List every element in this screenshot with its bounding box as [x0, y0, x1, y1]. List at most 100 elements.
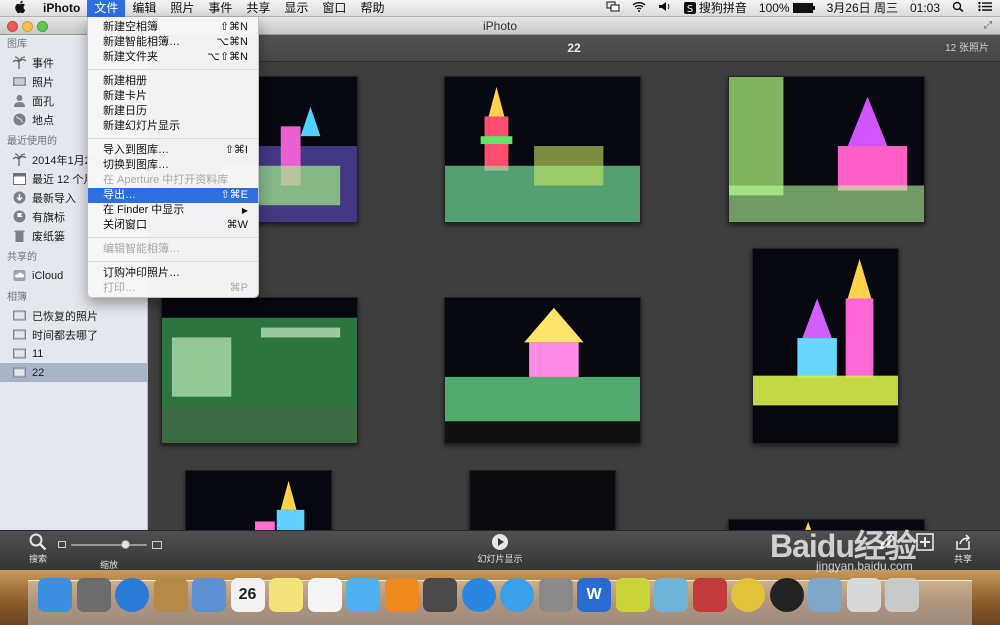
photo-thumbnail[interactable]	[752, 248, 899, 444]
dock-icon-glyph: 26	[238, 586, 257, 603]
screen-mirror-icon[interactable]	[600, 0, 626, 17]
dock-safari-icon[interactable]	[115, 578, 149, 612]
menu-item-export[interactable]: 导出… ⇧⌘E	[88, 188, 258, 203]
search-button[interactable]: 搜索	[22, 533, 54, 565]
dock-contacts-icon[interactable]	[153, 578, 188, 612]
dock-ibooks-icon[interactable]	[384, 578, 419, 612]
dock-qq-icon[interactable]	[769, 578, 804, 612]
dock-word-icon[interactable]: W	[577, 578, 611, 612]
menu-item-close-window[interactable]: 关闭窗口 ⌘W	[88, 218, 258, 233]
photo-thumbnail[interactable]	[469, 470, 616, 530]
menu-item-order-prints[interactable]: 订购冲印照片…	[88, 266, 258, 281]
sidebar-item-album-where-time[interactable]: 时间都去哪了	[0, 325, 147, 344]
dock-icon-glyph: W	[586, 586, 602, 603]
menu-item-new-calendar[interactable]: 新建日历	[88, 104, 258, 119]
zoom-track[interactable]	[71, 544, 147, 546]
menu-separator	[88, 261, 258, 262]
dock-notes-icon[interactable]	[269, 578, 303, 612]
dock-trash-icon[interactable]	[885, 578, 919, 612]
dock-system-preferences-icon[interactable]	[538, 578, 573, 612]
album-icon	[13, 367, 26, 378]
minimize-button[interactable]	[22, 21, 33, 32]
dock-downloads-icon[interactable]	[846, 578, 881, 612]
dock-reminders-icon[interactable]	[307, 578, 342, 612]
dock-messages-icon[interactable]	[346, 578, 380, 612]
menu-item-new-card[interactable]: 新建卡片	[88, 89, 258, 104]
battery-icon	[792, 3, 815, 13]
menu-events[interactable]: 事件	[201, 0, 239, 17]
dock-finder-icon[interactable]	[38, 578, 72, 612]
menu-item-print: 打印… ⌘P	[103, 282, 248, 294]
submenu-arrow-icon: ▶	[241, 206, 248, 215]
dock-facetime-icon[interactable]	[423, 578, 457, 612]
palm-icon	[13, 56, 26, 69]
sogou-icon: S	[683, 2, 696, 14]
menu-separator	[88, 138, 258, 139]
menu-item-new-book[interactable]: 新建相册	[88, 74, 258, 89]
dock-money-icon[interactable]	[615, 578, 650, 612]
menu-item-open-in-aperture: 在 Aperture 中打开资料库	[103, 174, 229, 186]
close-button[interactable]	[7, 21, 18, 32]
svg-text:S: S	[687, 4, 693, 14]
photo-thumbnail[interactable]	[444, 76, 641, 223]
dock-preview-icon[interactable]	[808, 578, 842, 612]
clock-time[interactable]: 01:03	[904, 0, 946, 17]
menu-photos[interactable]: 照片	[163, 0, 201, 17]
spotlight-icon[interactable]	[946, 0, 972, 17]
sidebar-item-album-22[interactable]: 22	[0, 363, 147, 382]
zoom-knob[interactable]	[121, 540, 131, 549]
globe-icon	[13, 113, 26, 126]
menu-help[interactable]: 帮助	[353, 0, 391, 17]
menu-item-show-in-finder[interactable]: 在 Finder 中显示 ▶	[88, 203, 258, 218]
menu-item-new-folder[interactable]: 新建文件夹 ⌥⇧⌘N	[88, 50, 258, 65]
album-icon	[13, 348, 26, 359]
menu-view[interactable]: 显示	[277, 0, 315, 17]
menu-share[interactable]: 共享	[239, 0, 277, 17]
menu-item-new-empty-album[interactable]: 新建空相簿 ⇧⌘N	[88, 20, 258, 35]
dock-iphoto-icon[interactable]	[654, 578, 688, 612]
flag-icon	[13, 210, 26, 223]
dock-mail-icon[interactable]	[192, 578, 226, 612]
menu-item-switch-library[interactable]: 切换到图库…	[88, 158, 258, 173]
dock-chrome-icon[interactable]	[731, 578, 765, 612]
wifi-icon[interactable]	[626, 0, 652, 17]
menu-item-edit-smart-album: 编辑智能相簿…	[103, 243, 180, 255]
battery-status[interactable]: 100%	[753, 0, 821, 17]
album-title: 22	[567, 41, 581, 55]
dock-calendar-icon[interactable]: 26	[230, 578, 265, 612]
menu-item-new-slideshow[interactable]: 新建幻灯片显示	[88, 119, 258, 134]
photo-thumbnail[interactable]	[161, 297, 358, 444]
fullscreen-icon[interactable]: ⤢	[982, 20, 994, 32]
dock-app-store-icon[interactable]	[461, 578, 496, 612]
menu-window[interactable]: 窗口	[315, 0, 353, 17]
clock-date[interactable]: 3月26日 周三	[821, 0, 904, 17]
album-icon	[13, 329, 26, 340]
input-method[interactable]: S 搜狗拼音	[678, 0, 753, 17]
dock-launchpad-icon[interactable]	[76, 578, 111, 612]
menu-item-import-to-library[interactable]: 导入到图库… ⇧⌘I	[88, 143, 258, 158]
dock-parallels-icon[interactable]	[692, 578, 727, 612]
menu-edit[interactable]: 编辑	[125, 0, 163, 17]
dock-itunes-icon[interactable]	[500, 578, 534, 612]
photo-thumbnail[interactable]	[444, 297, 641, 444]
sidebar-item-album-11[interactable]: 11	[0, 344, 147, 363]
menu-app-name[interactable]: iPhoto	[36, 0, 87, 17]
slideshow-button[interactable]: 幻灯片显示	[470, 533, 530, 565]
zoom-slider[interactable]	[58, 539, 162, 551]
apple-menu[interactable]	[0, 0, 36, 17]
menu-item-new-smart-album[interactable]: 新建智能相簿… ⌥⌘N	[88, 35, 258, 50]
watermark-site: jingyan.baidu.com	[816, 559, 913, 573]
album-header: 22 12 张照片	[148, 35, 1000, 62]
apple-icon	[15, 0, 26, 13]
calendar-icon	[13, 173, 26, 185]
photo-thumbnail[interactable]	[728, 76, 925, 223]
small-thumb-icon	[58, 541, 66, 548]
window-title: iPhoto	[482, 19, 518, 33]
menu-file[interactable]: 文件	[87, 0, 126, 17]
volume-icon[interactable]	[652, 0, 678, 17]
search-icon	[29, 533, 47, 551]
photo-thumbnail[interactable]	[185, 470, 332, 530]
sidebar-item-album-recovered[interactable]: 已恢复的照片	[0, 306, 147, 325]
zoom-window-button[interactable]	[37, 21, 48, 32]
notification-center-icon[interactable]	[972, 0, 1000, 17]
